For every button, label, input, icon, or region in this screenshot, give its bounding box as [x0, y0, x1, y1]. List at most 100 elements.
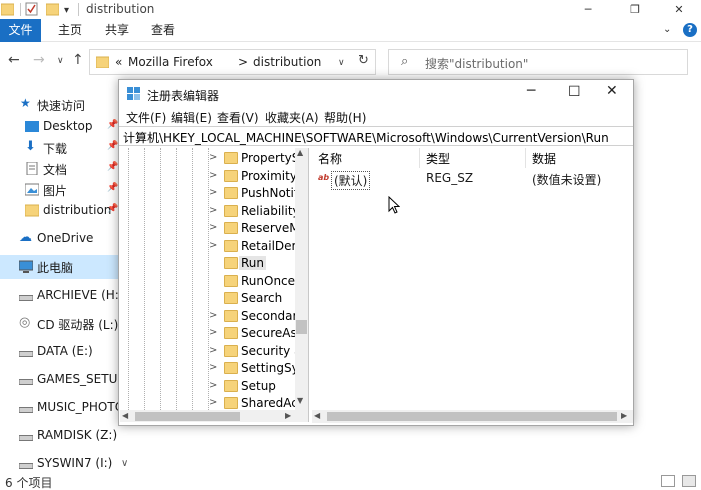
tree-node[interactable]: > ReserveM	[209, 220, 308, 237]
value-name: (默认)	[331, 171, 371, 190]
regedit-close-button[interactable]: ✕	[606, 83, 618, 99]
expand-icon[interactable]: >	[209, 380, 217, 391]
pin-icon[interactable]: 📌	[107, 204, 118, 214]
new-folder-icon[interactable]	[46, 2, 59, 16]
help-icon[interactable]: ?	[683, 23, 697, 37]
menu-edit[interactable]: 编辑(E)	[171, 109, 212, 126]
sidebar-item-drive-music[interactable]: MUSIC_PHOTO (	[0, 396, 135, 420]
registry-path[interactable]: 计算机\HKEY_LOCAL_MACHINE\SOFTWARE\Microsof…	[123, 129, 609, 146]
tab-home[interactable]: 主页	[48, 19, 92, 42]
tree-node[interactable]: > Reliability	[209, 203, 308, 220]
breadcrumb-overflow[interactable]: «	[115, 55, 122, 69]
breadcrumb-item[interactable]: distribution	[253, 55, 321, 69]
regedit-minimize-button[interactable]: ─	[527, 83, 535, 99]
tree-node[interactable]: > Secondary	[209, 308, 308, 325]
expand-ribbon-icon[interactable]: ⌄	[663, 24, 671, 35]
recent-locations-icon[interactable]: ∨	[57, 56, 64, 66]
values-horizontal-scrollbar[interactable]: ◀ ▶	[312, 410, 633, 423]
details-view-icon[interactable]	[661, 475, 675, 487]
large-icons-view-icon[interactable]	[682, 475, 696, 487]
expand-icon[interactable]: >	[209, 310, 217, 321]
sidebar-item-drive-l[interactable]: ◎ CD 驱动器 (L:) TF	[0, 312, 136, 336]
tab-share[interactable]: 共享	[95, 19, 139, 42]
regedit-maximize-button[interactable]: ☐	[568, 84, 581, 100]
column-header-type[interactable]: 类型	[420, 148, 526, 168]
scroll-up-icon[interactable]: ▲	[297, 148, 303, 157]
pin-icon[interactable]: 📌	[107, 183, 118, 193]
scroll-left-icon[interactable]: ◀	[314, 411, 320, 420]
expand-icon[interactable]: >	[209, 205, 217, 216]
back-button[interactable]: ←	[8, 52, 20, 68]
tree-node[interactable]: > PropertySy	[209, 150, 308, 167]
mouse-cursor-icon	[388, 196, 400, 214]
properties-icon[interactable]	[25, 2, 38, 16]
expand-icon[interactable]: >	[209, 240, 217, 251]
sidebar-item-onedrive[interactable]: ☁ OneDrive	[0, 227, 135, 251]
breadcrumb-item[interactable]: Mozilla Firefox	[128, 55, 213, 69]
expand-icon[interactable]: >	[209, 345, 217, 356]
folder-icon	[224, 204, 238, 217]
pin-icon[interactable]: 📌	[107, 162, 118, 172]
sidebar-item-drive-h[interactable]: ARCHIEVE (H:)	[0, 284, 135, 308]
menu-view[interactable]: 查看(V)	[217, 109, 259, 126]
column-header-data[interactable]: 数据	[526, 148, 633, 168]
expand-icon[interactable]: >	[209, 327, 217, 338]
expand-icon[interactable]: >	[209, 397, 217, 408]
forward-button[interactable]: →	[33, 52, 45, 68]
tree-node[interactable]: RunOnce	[209, 273, 308, 290]
list-item[interactable]: ab (默认) REG_SZ (数值未设置)	[312, 170, 633, 190]
scrollbar-thumb[interactable]	[296, 320, 307, 334]
sidebar-item-drive-z[interactable]: RAMDISK (Z:)	[0, 424, 135, 448]
customize-quick-access-icon[interactable]: ▾	[64, 5, 77, 19]
search-box[interactable]: ⌕ 搜索"distribution"	[388, 49, 688, 75]
expand-icon[interactable]: >	[209, 222, 217, 233]
scrollbar-thumb[interactable]	[327, 412, 617, 421]
sidebar-item-drive-e[interactable]: DATA (E:)	[0, 340, 135, 364]
tab-view[interactable]: 查看	[141, 19, 185, 42]
up-button[interactable]: ↑	[72, 52, 84, 68]
sidebar-item-label: 下载	[43, 142, 68, 156]
tree-node[interactable]: > Security ar	[209, 343, 308, 360]
tree-node[interactable]: > RetailDem	[209, 238, 308, 255]
tree-node-label: ReserveM	[241, 221, 300, 235]
refresh-icon[interactable]: ↻	[358, 53, 369, 68]
sidebar-item-drive-g[interactable]: GAMES_SETUP (	[0, 368, 135, 392]
tree-node[interactable]: > SettingSyn	[209, 360, 308, 377]
sidebar-item-this-pc[interactable]: 此电脑	[0, 255, 135, 279]
expand-icon[interactable]: >	[209, 187, 217, 198]
registry-path-bar[interactable]: 计算机\HKEY_LOCAL_MACHINE\SOFTWARE\Microsof…	[119, 126, 633, 146]
scroll-left-icon[interactable]: ◀	[122, 411, 128, 420]
tree-node[interactable]: > PushNotifi	[209, 185, 308, 202]
maximize-button[interactable]: ❐	[612, 0, 658, 19]
tree-node[interactable]: > Setup	[209, 378, 308, 395]
sidebar-item-quick-access[interactable]: ★ 快速访问	[0, 93, 135, 117]
scrollbar-thumb[interactable]	[135, 412, 240, 421]
breadcrumb-separator[interactable]: >	[238, 55, 248, 69]
minimize-button[interactable]: ─	[565, 0, 611, 19]
menu-help[interactable]: 帮助(H)	[324, 109, 366, 126]
tree-vertical-scrollbar[interactable]: ▲ ▼	[295, 148, 308, 410]
tab-file[interactable]: 文件	[0, 19, 41, 42]
address-dropdown-icon[interactable]: ∨	[338, 58, 345, 68]
menu-file[interactable]: 文件(F)	[126, 109, 166, 126]
menu-favorites[interactable]: 收藏夹(A)	[265, 109, 319, 126]
expand-icon[interactable]: >	[209, 152, 217, 163]
tree-node[interactable]: > SecureAss	[209, 325, 308, 342]
expand-icon[interactable]: >	[209, 170, 217, 181]
address-bar[interactable]: « Mozilla Firefox > distribution ∨ ↻	[89, 49, 376, 75]
expand-icon[interactable]: >	[209, 362, 217, 373]
pin-icon[interactable]: 📌	[107, 120, 118, 130]
tree-node[interactable]: Search	[209, 290, 308, 307]
scroll-down-icon[interactable]: ▼	[297, 396, 303, 405]
close-button[interactable]: ✕	[656, 0, 701, 19]
tree-horizontal-scrollbar[interactable]: ◀ ▶	[120, 410, 308, 422]
tree-node[interactable]: > Proximity	[209, 168, 308, 185]
pin-icon[interactable]: 📌	[107, 141, 118, 151]
scroll-right-icon[interactable]: ▶	[285, 411, 291, 420]
scroll-right-icon[interactable]: ▶	[621, 411, 627, 420]
column-header-name[interactable]: 名称	[312, 148, 420, 168]
scroll-down-icon[interactable]: ∨	[121, 458, 128, 469]
tree-node-selected[interactable]: Run	[209, 255, 308, 272]
folder-icon	[224, 397, 238, 409]
sidebar-item-distribution[interactable]: distribution 📌	[0, 199, 135, 223]
